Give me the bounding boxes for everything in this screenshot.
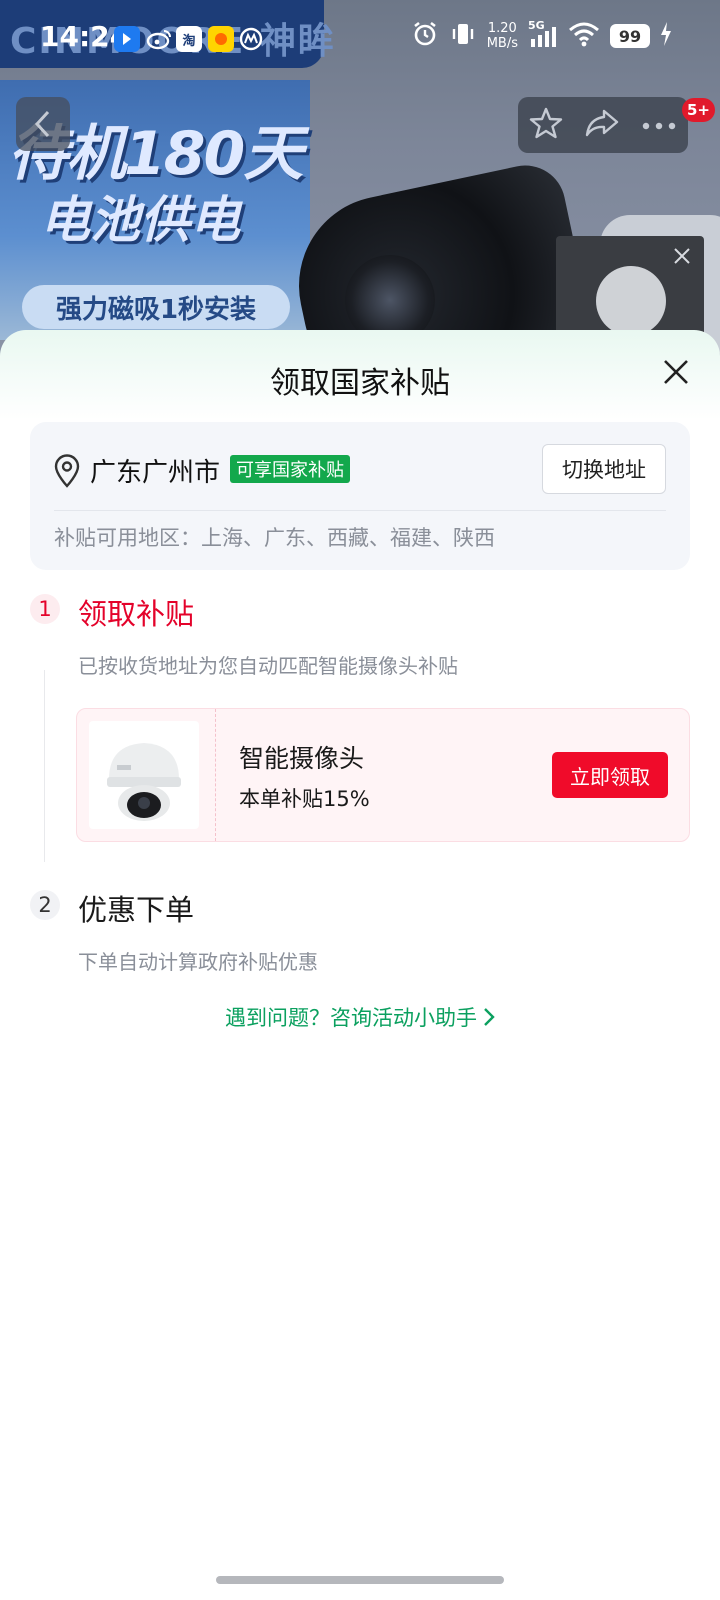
claim-now-button[interactable]: 立即领取 xyxy=(552,752,668,798)
vibrate-icon xyxy=(449,20,477,52)
top-action-bar xyxy=(518,97,688,153)
network-speed-unit: MB/s xyxy=(486,36,518,51)
step-1-title: 领取补贴 xyxy=(78,597,195,631)
address-city: 广东广州市 xyxy=(90,458,221,488)
product-thumbnail xyxy=(89,721,199,829)
star-icon xyxy=(529,107,562,139)
address-card: 广东广州市 可享国家补贴 切换地址 补贴可用地区：上海、广东、西藏、福建、陕西 xyxy=(30,422,690,570)
maps-icon xyxy=(238,26,264,52)
back-button[interactable] xyxy=(16,97,70,151)
favorite-button[interactable] xyxy=(529,106,563,144)
notification-app-icon xyxy=(114,26,140,52)
step-connector-line xyxy=(44,670,45,862)
floating-video-close-button[interactable] xyxy=(668,242,696,270)
product-name: 智能摄像头 xyxy=(239,744,365,773)
step-2-number: 2 xyxy=(30,890,60,920)
network-speed-value: 1.20 xyxy=(487,21,517,36)
dome-camera-image xyxy=(107,743,181,821)
subsidy-rate: 本单补贴15% xyxy=(239,787,370,811)
step-2-title: 优惠下单 xyxy=(78,893,195,927)
status-right-icons: 1.20 MB/s 5G 99 xyxy=(411,19,672,52)
help-link-label: 遇到问题？咨询活动小助手 xyxy=(225,1006,477,1030)
promo-subheadline: 电池供电 xyxy=(40,191,240,249)
more-dots-icon xyxy=(643,122,676,129)
notification-badge: 5+ xyxy=(682,98,716,122)
help-assistant-link[interactable]: 遇到问题？咨询活动小助手 xyxy=(0,1002,720,1032)
step-2-description: 下单自动计算政府补贴优惠 xyxy=(78,950,318,974)
divider xyxy=(54,510,666,511)
switch-address-button[interactable]: 切换地址 xyxy=(542,444,666,494)
network-type: 5G xyxy=(528,19,545,32)
share-icon xyxy=(585,109,619,137)
battery-indicator: 99 xyxy=(610,24,650,48)
promo-pill: 强力磁吸1秒安装 xyxy=(22,285,290,329)
sheet-close-button[interactable] xyxy=(656,352,696,392)
network-speed: 1.20 MB/s xyxy=(487,21,518,51)
wifi-icon xyxy=(568,21,600,51)
home-indicator[interactable] xyxy=(216,1576,504,1584)
step-1-number: 1 xyxy=(30,594,60,624)
status-bar: CINMOORE 神眸 14:24 淘 1.20 MB/s 5G 99 xyxy=(0,0,720,80)
chevron-left-icon xyxy=(34,110,50,138)
step-1-description: 已按收货地址为您自动匹配智能摄像头补贴 xyxy=(78,654,458,678)
alarm-icon xyxy=(411,20,439,52)
share-button[interactable] xyxy=(584,107,620,143)
game-app-icon xyxy=(208,26,234,52)
close-icon xyxy=(664,360,688,384)
cellular-signal-icon: 5G xyxy=(528,19,558,49)
sheet-title: 领取国家补贴 xyxy=(270,366,450,401)
charging-icon xyxy=(660,22,672,50)
weibo-icon xyxy=(146,26,172,52)
floating-video-content xyxy=(596,266,666,336)
location-pin-icon xyxy=(54,454,80,488)
subsidy-regions: 补贴可用地区：上海、广东、西藏、福建、陕西 xyxy=(54,526,495,550)
subsidy-eligible-tag: 可享国家补贴 xyxy=(230,455,350,483)
card-dashed-divider xyxy=(215,709,216,841)
taobao-icon: 淘 xyxy=(176,26,202,52)
subsidy-coupon-card: 智能摄像头 本单补贴15% 立即领取 xyxy=(76,708,690,842)
subsidy-bottom-sheet: 领取国家补贴 广东广州市 可享国家补贴 切换地址 补贴可用地区：上海、广东、西藏… xyxy=(0,330,720,1600)
more-button[interactable] xyxy=(641,116,677,135)
chevron-right-icon xyxy=(484,1008,495,1026)
close-icon xyxy=(674,248,690,264)
